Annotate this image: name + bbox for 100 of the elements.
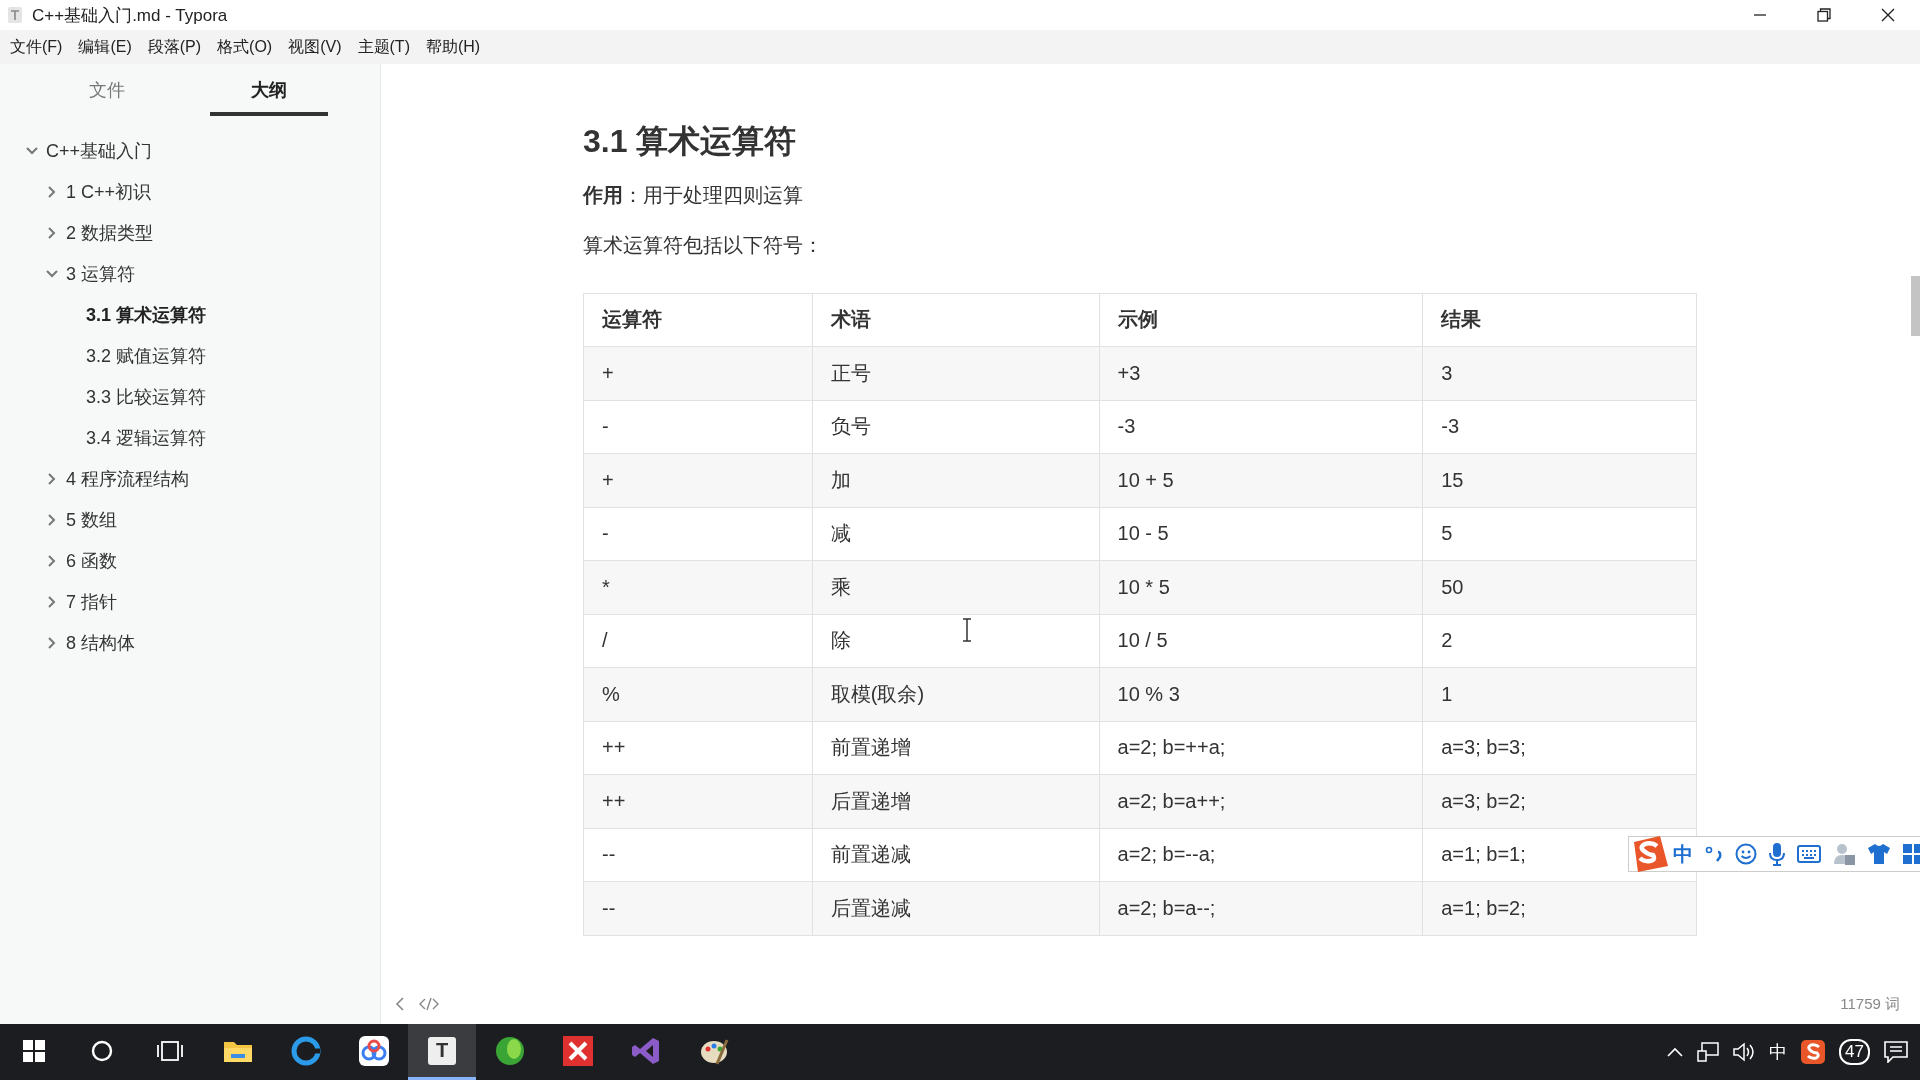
outline-item[interactable]: 2 数据类型 [66,220,153,245]
chevron-right-icon[interactable] [48,472,56,485]
search-icon [91,1039,113,1062]
menu-item[interactable]: 帮助(H) [419,36,487,58]
microphone-icon[interactable] [1769,842,1785,866]
menu-item[interactable]: 格式(O) [211,36,279,58]
table-cell: + [583,453,813,508]
table-cell: 乘 [812,560,1099,615]
table-cell: 1 [1422,667,1697,722]
table-cell: 前置递减 [812,828,1099,882]
menu-item[interactable]: 段落(P) [141,36,208,58]
column-header: 术语 [812,293,1099,347]
outline-item[interactable]: 3.2 赋值运算符 [86,343,207,368]
table-cell: -3 [1099,400,1423,454]
table-cell: 15 [1422,453,1697,508]
table-cell: 10 - 5 [1099,507,1423,561]
menu-item[interactable]: 视图(V) [282,36,348,58]
word-count: 11759 词 [1840,994,1900,1014]
task-view-icon [157,1039,183,1062]
outline-item[interactable]: 3.3 比较运算符 [86,384,207,409]
taskbar-button[interactable]: T [408,1024,476,1080]
table-cell: 10 + 5 [1099,453,1423,508]
network-icon[interactable] [1697,1042,1720,1062]
tray-badge[interactable]: 47 [1839,1039,1870,1065]
letter-tile: T [428,1036,456,1065]
section-heading: 3.1 算术运算符 [583,122,798,161]
chevron-right-icon[interactable] [48,554,56,567]
speaker-icon[interactable] [1733,1042,1756,1062]
column-header: 运算符 [583,293,813,347]
punctuation-icon[interactable] [1705,844,1723,864]
outline-item[interactable]: 6 函数 [66,548,117,573]
table-cell: 10 / 5 [1099,614,1423,668]
close-icon [1881,8,1895,22]
paragraph: 作用：用于处理四则运算 [583,182,804,208]
menu-item[interactable]: 编辑(E) [72,36,138,58]
grid-icon[interactable] [1903,844,1920,864]
outline-item[interactable]: 7 指针 [66,589,117,614]
table-cell: -3 [1422,400,1697,454]
chevron-right-icon[interactable] [48,185,56,198]
outline-item[interactable]: 8 结构体 [66,630,135,655]
table-cell: 2 [1422,614,1697,668]
table-cell: 加 [812,453,1099,508]
scrollbar-thumb[interactable] [1911,276,1920,336]
table-cell: -- [583,828,813,882]
table-cell: 负号 [812,400,1099,454]
ring-icon [291,1035,321,1066]
menu-item[interactable]: 主题(T) [351,36,416,58]
input-mode-toggle[interactable]: 中 [1673,840,1693,868]
chevron-down-icon[interactable] [26,146,38,155]
table-cell: 50 [1422,560,1697,615]
chevron-down-icon[interactable] [46,269,58,278]
table-cell: - [583,400,813,454]
table-cell: 10 * 5 [1099,560,1423,615]
app-icon [8,7,22,23]
outline-item[interactable]: 3.4 逻辑运算符 [86,425,207,450]
table-cell: a=2; b=a++; [1099,774,1423,829]
bracket-icon [631,1035,661,1066]
sidebar-tab[interactable]: 大纲 [210,78,328,116]
column-header: 示例 [1099,293,1423,347]
ball-icon [495,1035,525,1066]
outline-item[interactable]: 3.1 算术运算符 [86,302,207,327]
s-logo-icon[interactable] [1801,1040,1826,1064]
table-cell: a=1; b=2; [1422,881,1697,936]
chevron-up-icon[interactable] [1667,1047,1684,1057]
table-cell: 取模(取余) [812,667,1099,722]
column-header: 结果 [1422,293,1697,347]
table-cell: a=3; b=3; [1422,721,1697,775]
outline-item[interactable]: 4 程序流程结构 [66,466,189,491]
outline-item[interactable]: C++基础入门 [46,138,153,163]
table-cell: 后置递减 [812,881,1099,936]
sidebar-tab[interactable]: 文件 [48,78,166,116]
chevron-right-icon[interactable] [48,595,56,608]
table-cell: % [583,667,813,722]
cross-icon [563,1035,593,1066]
outline-item[interactable]: 3 运算符 [66,261,135,286]
table-cell: 除 [812,614,1099,668]
paragraph: 算术运算符包括以下符号： [583,232,824,258]
chevron-right-icon[interactable] [48,636,56,649]
keyboard-icon[interactable] [1797,845,1821,863]
chevron-right-icon[interactable] [48,226,56,239]
table-cell: - [583,507,813,561]
table-cell: 正号 [812,346,1099,401]
outline-item[interactable]: 5 数组 [66,507,117,532]
cloud-icon [359,1035,389,1066]
code-icon[interactable] [419,997,439,1011]
user-icon[interactable] [1833,843,1855,865]
smiley-icon[interactable] [1735,843,1757,865]
outline-item[interactable]: 1 C++初识 [66,179,152,204]
table-cell: * [583,560,813,615]
shirt-icon[interactable] [1867,843,1891,865]
table-cell: 3 [1422,346,1697,401]
table-cell: a=2; b=a--; [1099,881,1423,936]
table-cell: -- [583,881,813,936]
notification-icon[interactable] [1884,1041,1908,1063]
chevron-right-icon[interactable] [48,513,56,526]
input-mode-indicator[interactable]: 中 [1769,1040,1788,1064]
chevron-left-icon[interactable] [395,997,405,1011]
table-cell: 10 % 3 [1099,667,1423,722]
menu-item[interactable]: 文件(F) [4,36,69,58]
restore-icon [1817,8,1831,22]
